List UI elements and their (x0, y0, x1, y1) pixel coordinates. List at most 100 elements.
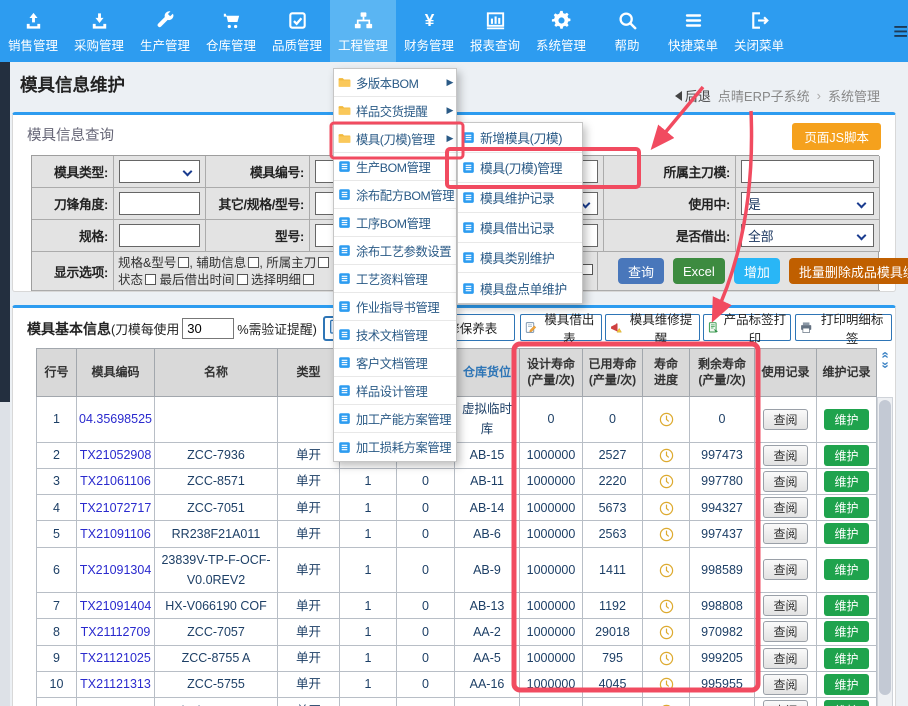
nav-item-6[interactable]: 工程管理 (330, 0, 396, 62)
view-record-button[interactable]: 查阅 (763, 523, 807, 544)
back-button[interactable]: 后退 (675, 86, 711, 105)
add-button[interactable]: 增加 (734, 258, 780, 284)
maintain-button[interactable]: 维护 (824, 497, 868, 518)
checkbox-select-detail[interactable] (303, 274, 314, 285)
menu-item-模具类别维护[interactable]: 模具类别维护 (458, 243, 582, 273)
checkbox-master-blade[interactable] (318, 257, 329, 268)
menu-item-涂布配方BOM管理[interactable]: 涂布配方BOM管理 (334, 181, 456, 209)
blade-angle-input[interactable] (119, 192, 200, 215)
maintain-button[interactable]: 维护 (824, 595, 868, 616)
maintain-button[interactable]: 维护 (824, 648, 868, 669)
menu-item-工艺资料管理[interactable]: 工艺资料管理 (334, 265, 456, 293)
breadcrumb-system[interactable]: 点晴ERP子系统 (718, 86, 810, 105)
view-record-button[interactable]: 查阅 (763, 445, 807, 466)
menu-item-新增模具(刀模)[interactable]: 新增模具(刀模) (458, 123, 582, 153)
menu-item-涂布工艺参数设置[interactable]: 涂布工艺参数设置 (334, 237, 456, 265)
maintain-button[interactable]: 维护 (824, 674, 868, 695)
nav-overflow-menu-icon[interactable]: ≡ (893, 16, 908, 47)
cell-mold-code[interactable]: TX21061106 (77, 468, 155, 494)
cell-mold-code[interactable]: TX21121313 (77, 671, 155, 697)
checkbox-aux-info[interactable] (248, 257, 259, 268)
nav-item-9[interactable]: 系统管理 (528, 0, 594, 62)
nav-item-5[interactable]: 品质管理 (264, 0, 330, 62)
nav-item-1[interactable]: 销售管理 (0, 0, 66, 62)
checkbox-fragment[interactable] (582, 264, 593, 275)
cell-mold-code[interactable]: TX21112709 (77, 619, 155, 645)
maintain-button[interactable]: 维护 (824, 445, 868, 466)
view-record-button[interactable]: 查阅 (763, 595, 807, 616)
checkbox-spec-model[interactable] (178, 257, 189, 268)
menu-item-作业指导书管理[interactable]: 作业指导书管理 (334, 293, 456, 321)
nav-item-12[interactable]: 关闭菜单 (726, 0, 792, 62)
toolbar-button-3[interactable]: 模具维修提醒 (605, 314, 700, 341)
in-use-select[interactable]: 是 (741, 192, 874, 215)
back-icon (675, 91, 682, 101)
column-header-mold-code: 模具编码 (77, 349, 155, 397)
borrowed-select[interactable]: 全部 (741, 224, 874, 247)
menu-item-模具(刀模)管理[interactable]: 模具(刀模)管理▶ (334, 125, 456, 153)
menu-item-样品设计管理[interactable]: 样品设计管理 (334, 377, 456, 405)
menu-item-加工损耗方案管理[interactable]: 加工损耗方案管理 (334, 433, 456, 461)
menu-item-模具(刀模)管理[interactable]: 模具(刀模)管理 (458, 153, 582, 183)
breadcrumb-section[interactable]: 系统管理 (828, 86, 880, 105)
mold-type-select[interactable] (119, 160, 200, 183)
menu-item-技术文档管理[interactable]: 技术文档管理 (334, 321, 456, 349)
menu-item-加工产能方案管理[interactable]: 加工产能方案管理 (334, 405, 456, 433)
toolbar-button-2[interactable]: 模具借出表 (520, 314, 602, 341)
excel-button[interactable]: Excel (673, 258, 725, 284)
maintain-button[interactable]: 维护 (824, 559, 868, 580)
wrench-icon (154, 9, 177, 32)
page-js-button[interactable]: 页面JS脚本 (792, 123, 881, 150)
menu-item-多版本BOM[interactable]: 多版本BOM▶ (334, 69, 456, 97)
cell-mold-code[interactable]: TX21052908 (77, 442, 155, 468)
view-record-button[interactable]: 查阅 (763, 471, 807, 492)
cell-mold-code[interactable]: TX21121715 (77, 698, 155, 706)
nav-item-10[interactable]: 帮助 (594, 0, 660, 62)
checkbox-last-borrow[interactable] (237, 274, 248, 285)
nav-item-3[interactable]: 生产管理 (132, 0, 198, 62)
cell-mold-code[interactable]: TX21091404 (77, 593, 155, 619)
nav-item-4[interactable]: 仓库管理 (198, 0, 264, 62)
cell-mold-code[interactable]: TX21121025 (77, 645, 155, 671)
view-record-button[interactable]: 查阅 (763, 621, 807, 642)
column-collapse-toggle[interactable]: «» (877, 350, 894, 396)
maintain-button[interactable]: 维护 (824, 409, 868, 430)
menu-item-模具盘点单维护[interactable]: 模具盘点单维护 (458, 273, 582, 303)
search-button[interactable]: 查询 (618, 258, 664, 284)
view-record-button[interactable]: 查阅 (763, 409, 807, 430)
toolbar-button-4[interactable]: 产品标签打印 (703, 314, 791, 341)
menu-item-工序BOM管理[interactable]: 工序BOM管理 (334, 209, 456, 237)
spec-input[interactable] (119, 224, 200, 247)
nav-item-8[interactable]: 报表查询 (462, 0, 528, 62)
column-header-remaining-life: 剩余寿命 (产量/次) (690, 349, 755, 397)
threshold-input[interactable] (182, 318, 234, 339)
nav-item-11[interactable]: 快捷菜单 (660, 0, 726, 62)
batch-delete-button[interactable]: 批量删除成品模具绑定 (789, 258, 908, 284)
maintain-button[interactable]: 维护 (824, 523, 868, 544)
view-record-button[interactable]: 查阅 (763, 648, 807, 669)
master-mold-input[interactable] (741, 160, 874, 183)
nav-item-7[interactable]: ¥财务管理 (396, 0, 462, 62)
checkbox-status[interactable] (145, 274, 156, 285)
menu-item-客户文档管理[interactable]: 客户文档管理 (334, 349, 456, 377)
cell-mold-code[interactable]: TX21091106 (77, 521, 155, 547)
view-record-button[interactable]: 查阅 (763, 674, 807, 695)
menu-item-样品交货提醒[interactable]: 样品交货提醒▶ (334, 97, 456, 125)
menu-item-label: 模具盘点单维护 (480, 279, 567, 298)
maintain-button[interactable]: 维护 (824, 621, 868, 642)
menu-item-生产BOM管理[interactable]: 生产BOM管理 (334, 153, 456, 181)
cell-mold-code[interactable]: TX21072717 (77, 495, 155, 521)
menu-item-模具维护记录[interactable]: 模具维护记录 (458, 183, 582, 213)
maintain-button[interactable]: 维护 (824, 471, 868, 492)
toolbar-button-5[interactable]: 打印明细标签 (795, 314, 892, 341)
view-record-button[interactable]: 查阅 (763, 497, 807, 518)
view-record-button[interactable]: 查阅 (763, 559, 807, 580)
cell-mold-code[interactable]: 04.35698525 (77, 397, 155, 443)
cell-mold-code[interactable]: TX21091304 (77, 547, 155, 593)
maintain-button[interactable]: 维护 (824, 700, 868, 706)
scrollbar-thumb[interactable] (879, 400, 891, 695)
view-record-button[interactable]: 查阅 (763, 700, 807, 706)
table-scrollbar[interactable] (877, 397, 893, 706)
menu-item-模具借出记录[interactable]: 模具借出记录 (458, 213, 582, 243)
nav-item-2[interactable]: 采购管理 (66, 0, 132, 62)
